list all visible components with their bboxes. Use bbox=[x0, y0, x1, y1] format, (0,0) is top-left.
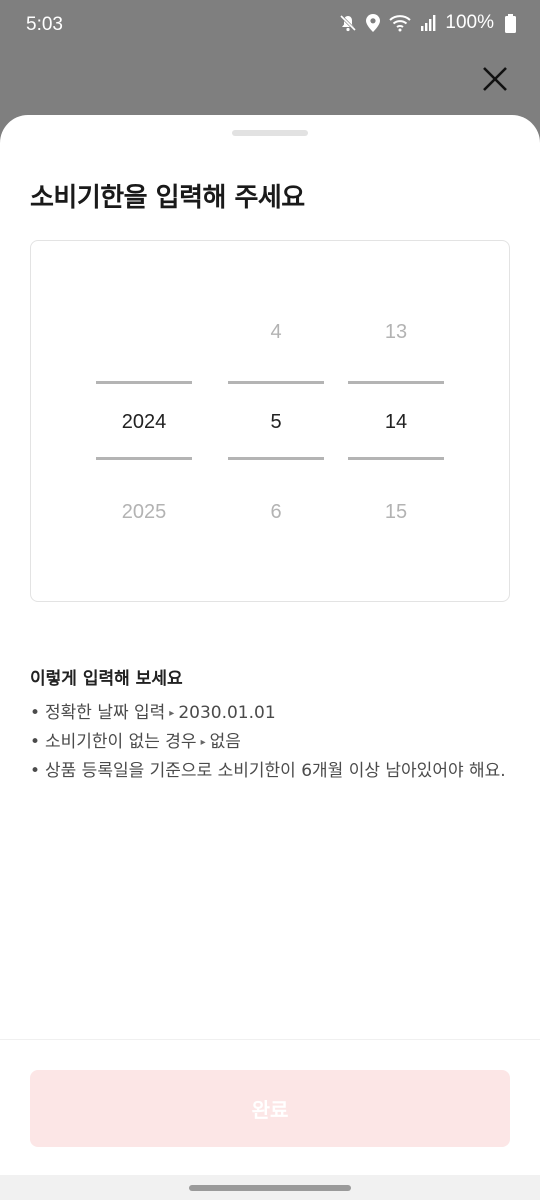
bullet: • bbox=[30, 732, 41, 752]
day-divider-top bbox=[348, 381, 444, 384]
help-item-text: 정확한 날짜 입력 bbox=[45, 703, 166, 723]
month-divider-top bbox=[228, 381, 324, 384]
arrow-icon: ▸ bbox=[200, 737, 206, 748]
day-wheel[interactable]: 13 14 15 bbox=[348, 241, 444, 601]
status-bar: 5:03 100% bbox=[0, 0, 540, 52]
help-item: • 정확한 날짜 입력 ▸ 2030.01.01 bbox=[30, 699, 510, 728]
year-divider-top bbox=[96, 381, 192, 384]
bullet: • bbox=[30, 703, 41, 723]
day-divider-bottom bbox=[348, 457, 444, 460]
mute-icon bbox=[339, 14, 357, 32]
battery-icon bbox=[505, 13, 516, 33]
year-wheel[interactable]: 2024 2025 bbox=[96, 241, 192, 601]
month-selected[interactable]: 5 bbox=[228, 411, 324, 434]
sheet-title: 소비기한을 입력해 주세요 bbox=[30, 183, 305, 213]
home-handle[interactable] bbox=[189, 1185, 351, 1191]
help-item-text: 상품 등록일을 기준으로 소비기한이 6개월 이상 남아있어야 해요. bbox=[45, 761, 506, 781]
sheet-grabber[interactable] bbox=[232, 130, 308, 136]
status-icons: 100% bbox=[339, 12, 516, 34]
help-title: 이렇게 입력해 보세요 bbox=[30, 669, 183, 689]
help-item: • 상품 등록일을 기준으로 소비기한이 6개월 이상 남아있어야 해요. bbox=[30, 757, 510, 786]
help-item-example: 2030.01.01 bbox=[178, 703, 276, 723]
bullet: • bbox=[30, 761, 41, 781]
location-icon bbox=[366, 14, 381, 32]
month-prev[interactable]: 4 bbox=[228, 321, 324, 344]
close-button[interactable] bbox=[476, 60, 514, 98]
help-item-example: 없음 bbox=[209, 732, 241, 752]
help-list: • 정확한 날짜 입력 ▸ 2030.01.01 • 소비기한이 없는 경우 ▸ 없음 … bbox=[30, 699, 510, 786]
done-button[interactable]: 완료 bbox=[30, 1070, 510, 1147]
signal-icon bbox=[420, 15, 436, 31]
bottom-sheet: 소비기한을 입력해 주세요 2024 2025 4 5 6 13 14 15 이… bbox=[0, 115, 540, 1200]
wifi-icon bbox=[389, 14, 412, 32]
year-divider-bottom bbox=[96, 457, 192, 460]
help-item-text: 소비기한이 없는 경우 bbox=[45, 732, 197, 752]
close-icon bbox=[483, 67, 507, 91]
date-picker: 2024 2025 4 5 6 13 14 15 bbox=[30, 240, 510, 602]
year-selected[interactable]: 2024 bbox=[96, 411, 192, 434]
day-next[interactable]: 15 bbox=[348, 501, 444, 524]
help-item: • 소비기한이 없는 경우 ▸ 없음 bbox=[30, 728, 510, 757]
month-wheel[interactable]: 4 5 6 bbox=[228, 241, 324, 601]
footer-divider bbox=[0, 1039, 540, 1040]
year-next[interactable]: 2025 bbox=[96, 501, 192, 524]
arrow-icon: ▸ bbox=[169, 708, 175, 719]
day-prev[interactable]: 13 bbox=[348, 321, 444, 344]
month-next[interactable]: 6 bbox=[228, 501, 324, 524]
battery-percent: 100% bbox=[445, 12, 494, 33]
month-divider-bottom bbox=[228, 457, 324, 460]
navigation-bar bbox=[0, 1175, 540, 1200]
status-time: 5:03 bbox=[26, 14, 63, 35]
day-selected[interactable]: 14 bbox=[348, 411, 444, 434]
